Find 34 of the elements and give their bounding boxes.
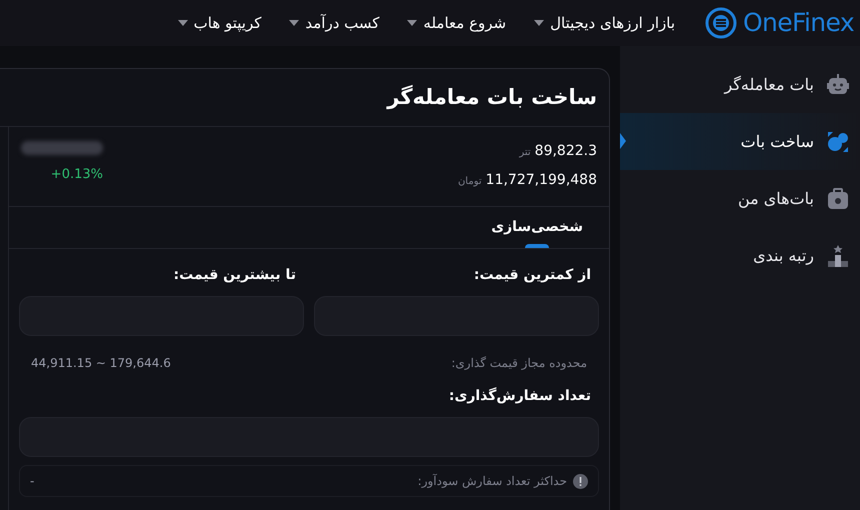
circles-icon bbox=[826, 130, 850, 154]
info-icon bbox=[573, 474, 588, 488]
info-label: حداکثر تعداد سفارش سودآور: bbox=[418, 473, 567, 490]
nav-menu[interactable]: شروع معامله bbox=[407, 12, 506, 34]
caret-icon bbox=[178, 20, 188, 26]
selection-marker bbox=[620, 133, 626, 149]
field-label: از کمترین قیمت: bbox=[472, 266, 592, 285]
price-value: 11,727,199,488 bbox=[486, 171, 597, 190]
page-title: ساخت بات معامله‌گر bbox=[387, 84, 597, 112]
tab-indicator bbox=[525, 244, 550, 248]
logo-icon bbox=[703, 7, 739, 39]
currency-label: تومان bbox=[458, 175, 482, 189]
tab[interactable]: شخصی‌سازی bbox=[485, 207, 589, 248]
bag-icon bbox=[826, 186, 850, 210]
change-percent: +0.13% bbox=[50, 166, 103, 184]
nav-menu[interactable]: بازار ارزهای دیجیتال bbox=[534, 12, 675, 34]
podium-icon bbox=[826, 244, 850, 268]
robot-icon bbox=[826, 72, 850, 96]
logo-text: OneFinex bbox=[743, 7, 854, 40]
currency-label: تتر bbox=[519, 146, 531, 160]
caret-icon bbox=[407, 20, 418, 26]
nav-menu[interactable]: کسب درآمد bbox=[289, 12, 380, 34]
range-value: 44,911.15 ~ 179,644.6 bbox=[31, 355, 171, 372]
caret-icon bbox=[289, 20, 300, 26]
caret-icon bbox=[534, 20, 544, 26]
price-value: 89,822.3 bbox=[534, 142, 597, 161]
sidebar-item[interactable]: بات‌های من bbox=[620, 170, 860, 227]
sidebar-item[interactable]: رتبه بندی bbox=[620, 227, 860, 284]
field-label: تعداد سفارش‌گذاری: bbox=[448, 386, 592, 406]
nav-menu[interactable]: کریپتو هاب bbox=[178, 12, 262, 34]
range-label: محدوده مجاز قیمت گذاری: bbox=[451, 355, 587, 372]
field-label: تا بیشترین قیمت: bbox=[172, 266, 297, 285]
info-value: - bbox=[30, 473, 34, 490]
sidebar-item[interactable]: بات معامله‌گر bbox=[620, 56, 860, 113]
